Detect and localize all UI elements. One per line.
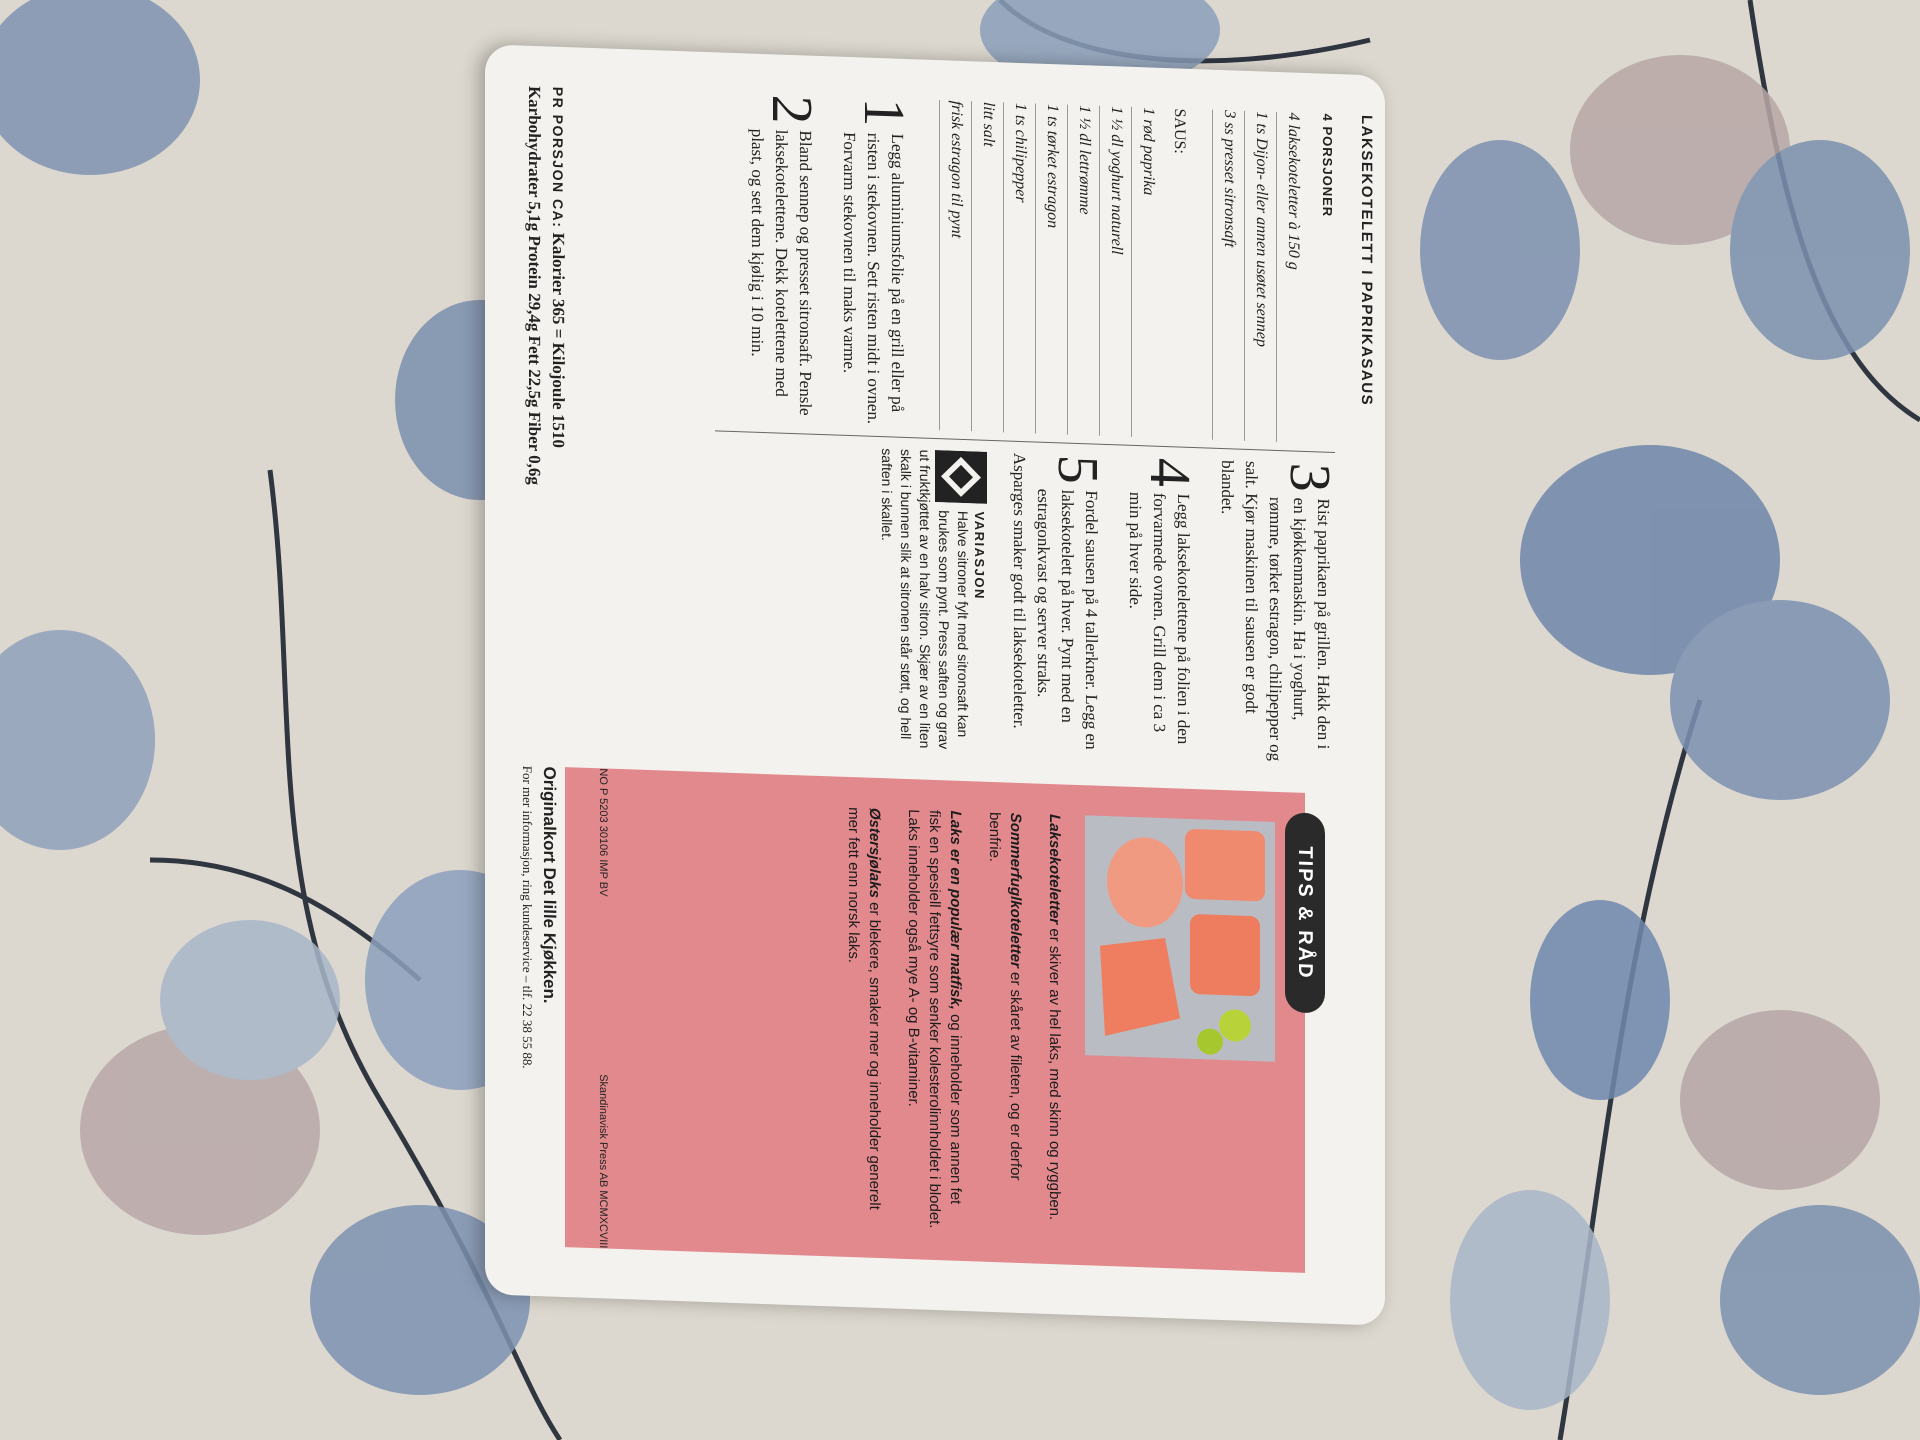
tip-bold: Østersjølaks bbox=[866, 807, 883, 899]
nutrition-macros: Karbohydrater 5,1g Protein 29,4g Fett 22… bbox=[525, 85, 544, 486]
sauce-ingredient-item: litt salt bbox=[971, 101, 1003, 433]
step-text: Bland sennep og presset sitronsaft. Pens… bbox=[748, 128, 815, 416]
ingredient-item: 3 ss presset sitronsaft bbox=[1212, 109, 1244, 441]
product-code: NO P 5203 30106 IMP BV bbox=[597, 768, 609, 897]
variation-box: VARIASJON Halve sitroner fylt med sitron… bbox=[877, 448, 987, 752]
step-text: Fordel sausen på 4 tallerkner. Legg en l… bbox=[1010, 452, 1101, 750]
tip-bold: Laks er en populær matfisk, bbox=[947, 810, 964, 1011]
nutrition-label: PR PORSJON CA: bbox=[550, 86, 566, 229]
tip-item: Laksekoteletter er skiver av hel laks, m… bbox=[1044, 814, 1065, 1235]
tip-bold: Sommerfuglkoteletter bbox=[1007, 812, 1024, 969]
step-number: 3 bbox=[1278, 461, 1343, 494]
tips-text: Laksekoteletter er skiver av hel laks, m… bbox=[825, 806, 1065, 1234]
step-text: Legg aluminiumsfolie på en grill eller p… bbox=[840, 131, 907, 425]
tip-item: Østersjølaks er blekere, smaker mer og i… bbox=[843, 807, 885, 1228]
tips-panel: TIPS & RÅD Laksekoteletter er skiver av … bbox=[565, 767, 1325, 1273]
ingredients-column: 4 PORSJONER 4 laksekoteletter à 150 g 1 … bbox=[725, 93, 1335, 444]
nutrition-info: PR PORSJON CA: Kalorier 365 = Kilojoule … bbox=[522, 86, 570, 788]
step-3: 3 Rist paprikaen på grillen. Hakk den i … bbox=[1215, 459, 1343, 764]
tip-body: er skiver av hel laks, med skinn og rygg… bbox=[1046, 923, 1063, 1221]
recipe-title: Laksekotelett i paprikasaus bbox=[1358, 114, 1375, 407]
salmon-photo bbox=[1085, 815, 1275, 1062]
ingredient-item: 1 ts Dijon- eller annen usøtet sennep bbox=[1244, 110, 1276, 442]
step-text: Rist paprikaen på grillen. Hakk den i en… bbox=[1218, 459, 1333, 762]
tip-item: Sommerfuglkoteletter er skåret av filete… bbox=[984, 812, 1026, 1233]
sauce-ingredient-item: 1 rød paprika bbox=[1131, 106, 1163, 438]
print-codes: NO P 5203 30106 IMP BV Skandinavisk Pres… bbox=[597, 768, 609, 1248]
step-5: 5 Fordel sausen på 4 tallerkner. Legg en… bbox=[1007, 452, 1111, 756]
step-text: Legg laksekotelettene på folien i den fo… bbox=[1126, 491, 1193, 745]
sauce-heading: SAUS: bbox=[1171, 108, 1188, 155]
sauce-ingredient-item: frisk estragon til pynt bbox=[939, 100, 971, 432]
original-card-label: Originalkort Det lille Kjøkken. bbox=[540, 766, 559, 1004]
step-number: 4 bbox=[1138, 457, 1203, 489]
customer-service-info: For mer informasjon, ring kundeservice –… bbox=[520, 765, 535, 1069]
step-1: 1 Legg aluminiumsfolie på en grill eller… bbox=[837, 97, 917, 430]
step-4: 4 Legg laksekotelettene på folien i den … bbox=[1123, 457, 1203, 760]
sauce-ingredient-item: 1 ½ dl yoghurt naturell bbox=[1099, 105, 1131, 437]
variation-diamond-icon bbox=[935, 450, 987, 504]
step-number: 1 bbox=[852, 97, 917, 129]
sauce-ingredient-item: 1 ts chilipepper bbox=[1003, 102, 1035, 434]
nutrition-calories: Kalorier 365 = Kilojoule 1510 bbox=[549, 232, 568, 449]
card-footer: NO P 5203 30106 IMP BV Skandinavisk Pres… bbox=[519, 765, 609, 1249]
tip-item: Laks er en populær matfisk, og inneholde… bbox=[903, 809, 966, 1231]
publisher-text: Skandinavisk Press AB MCMXCVIII bbox=[597, 1073, 609, 1249]
recipe-card: Laksekotelett i paprikasaus 4 PORSJONER … bbox=[485, 44, 1385, 1326]
steps-column: 3 Rist paprikaen på grillen. Hakk den i … bbox=[877, 448, 1343, 764]
step-2: 2 Bland sennep og presset sitronsaft. Pe… bbox=[745, 93, 825, 426]
sauce-ingredient-item: 1 ½ dl lettrømme bbox=[1067, 104, 1099, 436]
tip-bold: Laksekoteletter bbox=[1046, 813, 1063, 925]
step-number: 2 bbox=[760, 93, 825, 126]
ingredient-item: 4 laksekoteletter à 150 g bbox=[1276, 111, 1308, 444]
tips-badge: TIPS & RÅD bbox=[1285, 812, 1325, 1014]
portions-label: 4 PORSJONER bbox=[1320, 113, 1335, 218]
step-number: 5 bbox=[1046, 453, 1111, 486]
sauce-ingredient-item: 1 ts tørket estragon bbox=[1035, 103, 1067, 435]
